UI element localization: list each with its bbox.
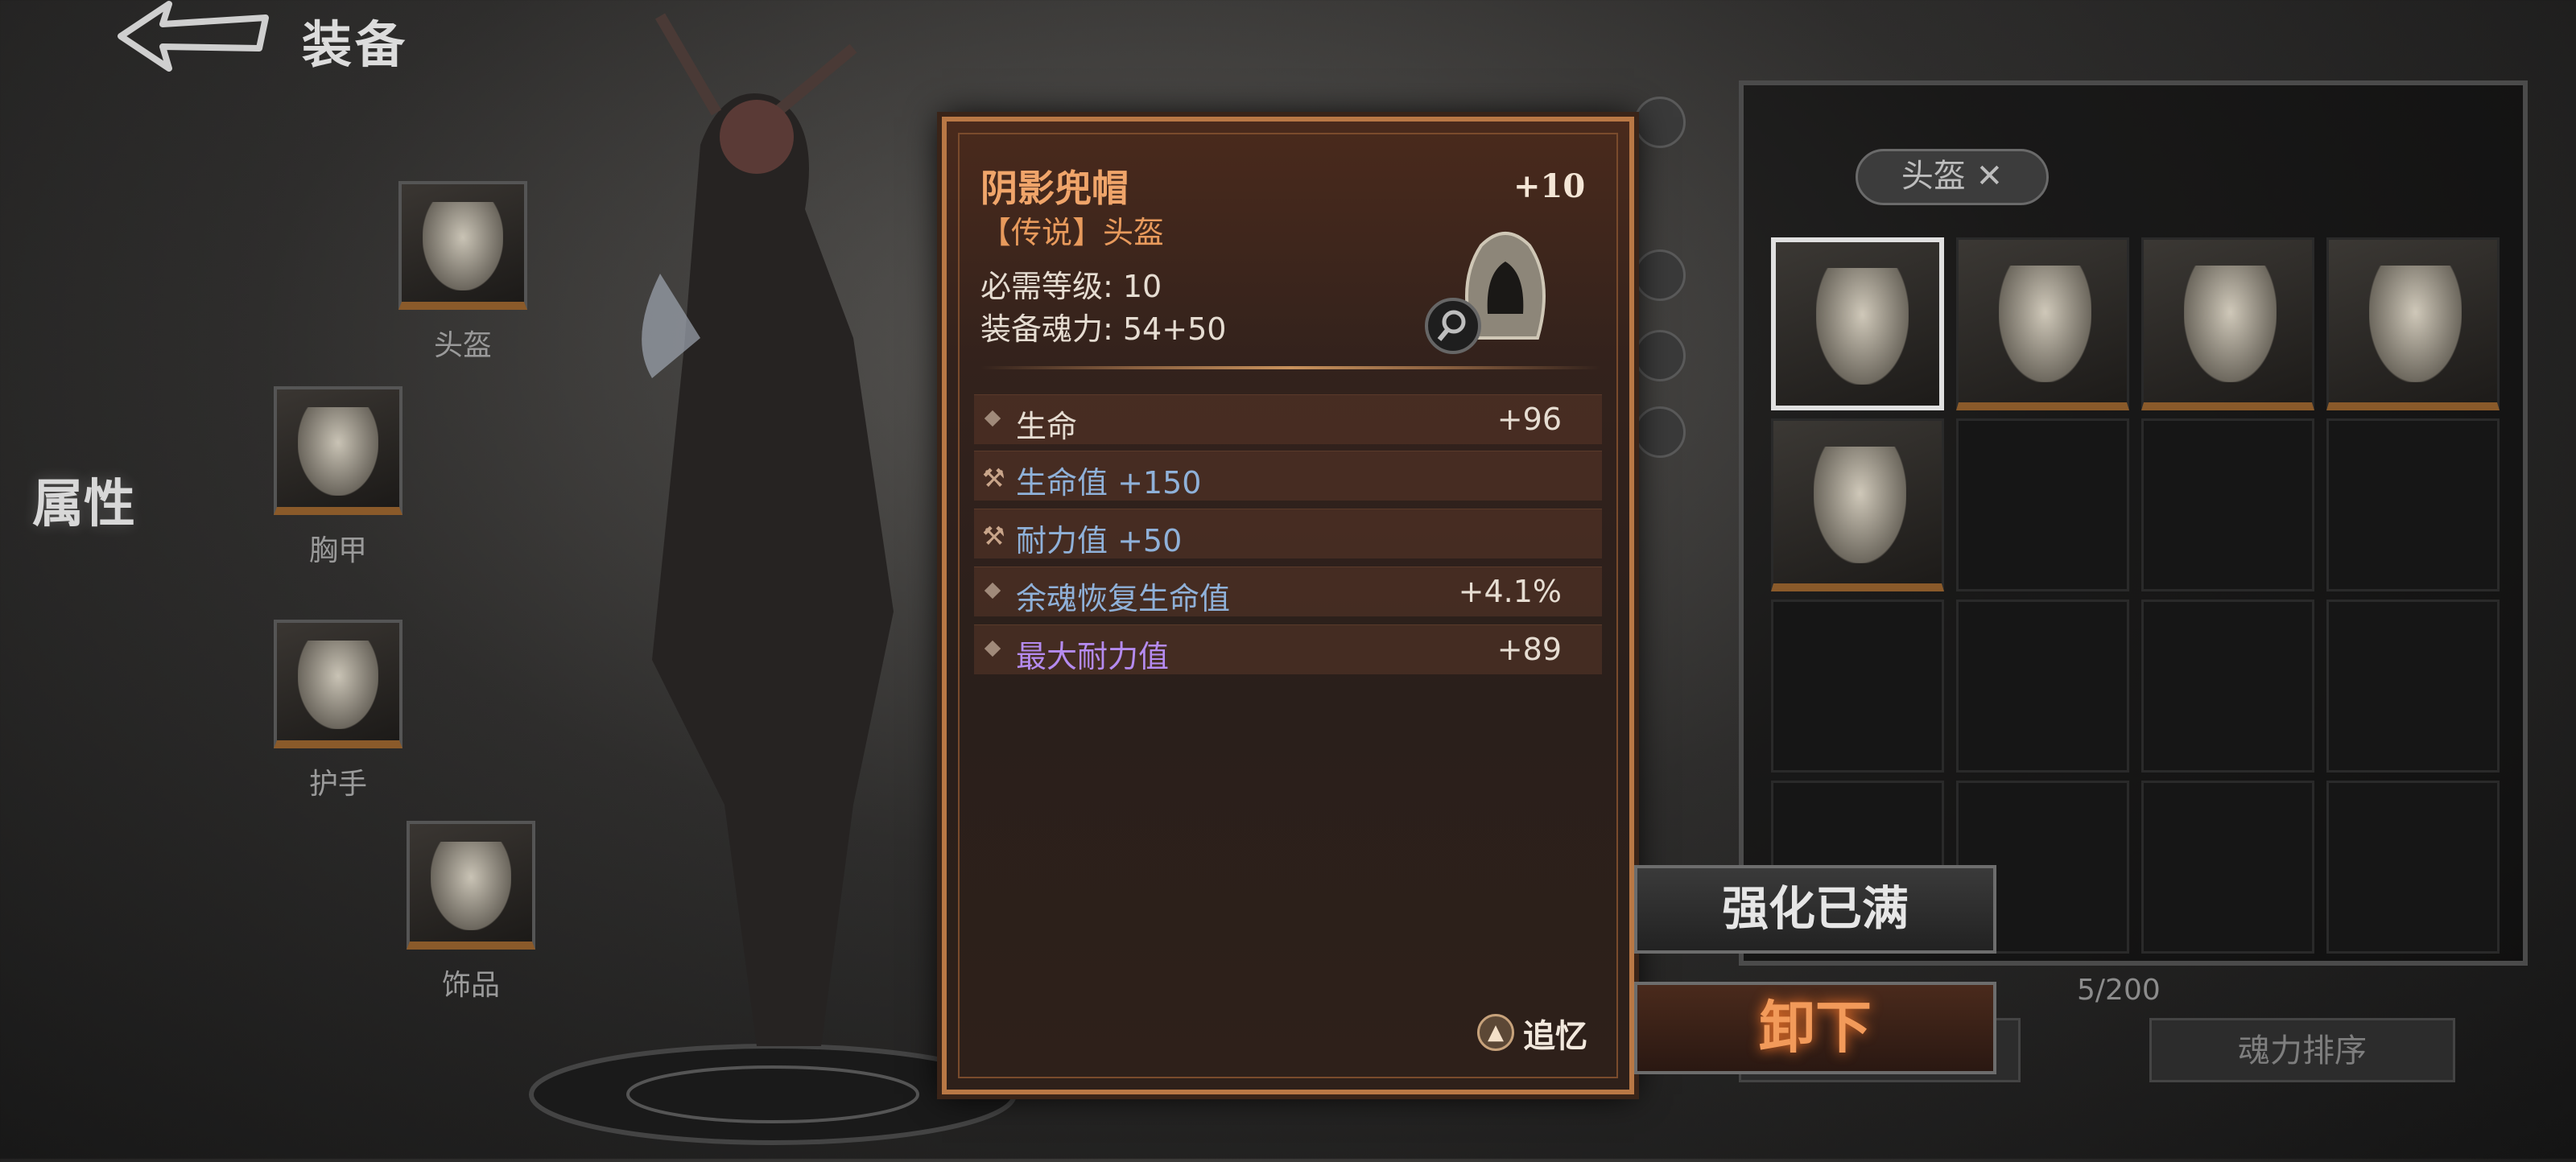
inventory-item[interactable] [1956,237,2129,410]
chest-slot[interactable] [274,386,402,515]
item-rarity: 【传说】头盔 [980,215,1165,250]
hammer-icon: ⚒ [982,521,1005,551]
required-level: 必需等级: 10 [980,269,1162,304]
diamond-bullet-icon [984,582,1001,600]
inventory-item[interactable] [2326,237,2500,410]
inventory-empty-cell[interactable] [1956,418,2129,591]
category-icon[interactable] [1634,406,1686,458]
enhance-maxed-button[interactable]: 强化已满 [1634,865,1996,954]
stat-row: 生命 +96 [974,394,1602,444]
stat-row: ⚒ 耐力值 +50 [974,509,1602,558]
stat-value: +89 [1496,632,1562,667]
category-icon[interactable] [1634,330,1686,381]
gloves-slot-label: 护手 [308,768,367,801]
recall-button[interactable]: 追忆 [1523,1010,1587,1057]
accessory-icon [431,842,511,930]
filter-chip-helmet[interactable]: 头盔 ✕ [1856,149,2049,205]
inspect-lens-icon[interactable] [1425,298,1481,354]
gloves-icon [298,641,378,729]
unequip-button[interactable]: 卸下 [1634,982,1996,1074]
helmet-icon [1816,268,1909,385]
stat-name: 耐力值 +50 [1016,523,1183,558]
enhance-level: +10 [1513,167,1586,205]
card-divider [980,366,1600,369]
inventory-empty-cell[interactable] [1771,600,1944,773]
category-icon[interactable] [1634,97,1686,148]
helmet-icon [1814,447,1906,563]
inventory-item[interactable] [2141,237,2314,410]
page-title: 装备 [302,15,409,74]
inventory-empty-cell[interactable] [2326,600,2500,773]
inventory-empty-cell[interactable] [2141,418,2314,591]
helmet-icon [2369,266,2462,382]
inventory-item[interactable] [1771,418,1944,591]
accessory-slot-label: 饰品 [441,969,500,1002]
stat-row: ⚒ 生命值 +150 [974,451,1602,501]
inventory-empty-cell[interactable] [2141,600,2314,773]
stat-row: 余魂恢复生命值 +4.1% [974,567,1602,616]
attributes-tab[interactable]: 属性 [32,463,135,537]
triangle-button-icon: ▲ [1477,1014,1514,1051]
back-arrow-icon[interactable] [113,0,274,72]
soul-power: 装备魂力: 54+50 [980,311,1227,347]
helmet-icon [423,202,503,290]
category-icon[interactable] [1634,249,1686,301]
chest-armor-icon [298,407,378,496]
helmet-icon [1999,266,2091,382]
inventory-empty-cell[interactable] [1956,600,2129,773]
gloves-slot[interactable] [274,620,402,748]
stat-name: 余魂恢复生命值 [1016,581,1231,616]
stat-row: 最大耐力值 +89 [974,624,1602,674]
stat-name: 生命 [1016,409,1078,444]
hammer-icon: ⚒ [982,463,1005,493]
chest-slot-label: 胸甲 [308,534,367,567]
diamond-bullet-icon [984,410,1001,427]
stat-value: +4.1% [1458,574,1562,609]
stat-name: 最大耐力值 [1016,639,1170,674]
stat-value: +96 [1496,402,1562,437]
diamond-bullet-icon [984,640,1001,657]
helmet-icon [2184,266,2277,382]
accessory-slot[interactable] [407,821,535,950]
inventory-item[interactable] [1771,237,1944,410]
inventory-empty-cell[interactable] [2141,781,2314,954]
item-name: 阴影兜帽 [980,167,1129,210]
stat-name: 生命值 +150 [1016,465,1202,501]
helmet-slot[interactable] [398,181,527,310]
inventory-empty-cell[interactable] [2326,781,2500,954]
inventory-empty-cell[interactable] [2326,418,2500,591]
sort-by-soul-button[interactable]: 魂力排序 [2149,1018,2455,1082]
inventory-capacity: 5/200 [2077,974,2161,1007]
helmet-slot-label: 头盔 [433,329,492,362]
